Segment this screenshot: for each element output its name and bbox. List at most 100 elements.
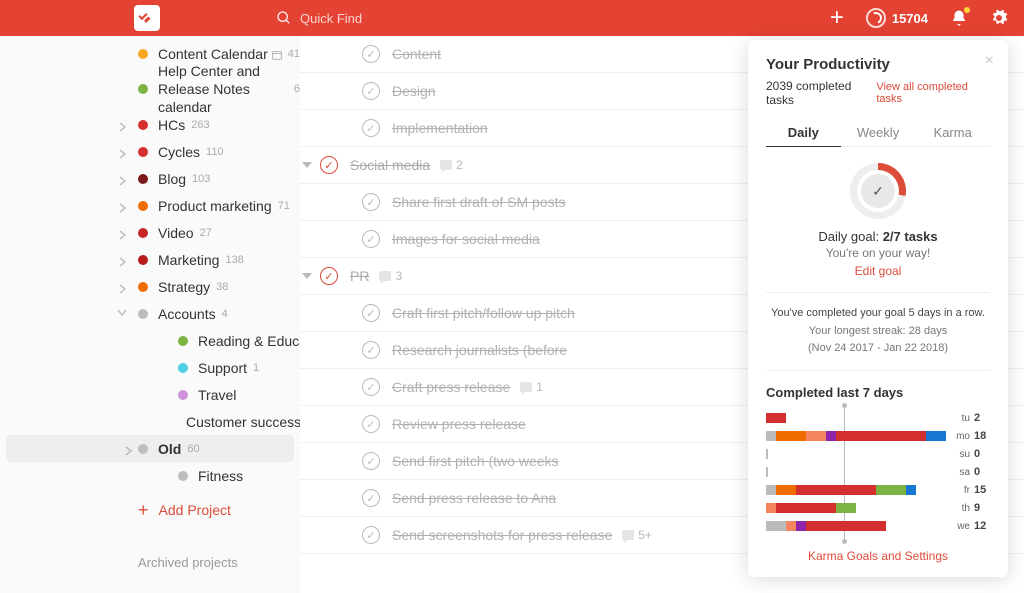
task-checkbox[interactable]: [362, 341, 380, 359]
chart-day-label: th: [952, 503, 970, 514]
chevron-icon[interactable]: [118, 227, 130, 239]
task-checkbox[interactable]: [320, 267, 338, 285]
task-title: PR: [350, 268, 369, 284]
collapse-toggle[interactable]: [302, 162, 312, 168]
task-title: Research journalists (before: [392, 342, 567, 358]
chevron-icon[interactable]: [118, 254, 130, 266]
task-checkbox[interactable]: [362, 415, 380, 433]
sidebar-item-travel[interactable]: Travel: [0, 381, 300, 408]
chevron-icon[interactable]: [118, 308, 130, 320]
chart-row: mo18: [766, 428, 990, 445]
sidebar-item-label: Travel: [198, 387, 236, 403]
task-checkbox[interactable]: [320, 156, 338, 174]
karma-settings-link[interactable]: Karma Goals and Settings: [766, 549, 990, 563]
task-title: Send first pitch (two weeks: [392, 453, 559, 469]
goal-progress-message: You're on your way!: [766, 246, 990, 260]
sidebar-item-video[interactable]: Video27: [0, 219, 300, 246]
comment-count[interactable]: 1: [520, 380, 543, 394]
search-icon: [276, 10, 292, 26]
comment-count[interactable]: 2: [440, 158, 463, 172]
task-checkbox[interactable]: [362, 489, 380, 507]
sidebar-item-label: Help Center and Release Notes calendar: [158, 62, 288, 117]
chart-segment: [766, 503, 776, 513]
tab-daily[interactable]: Daily: [766, 119, 841, 147]
collapse-toggle[interactable]: [302, 273, 312, 279]
chevron-icon[interactable]: [118, 173, 130, 185]
chart-segment: [766, 431, 776, 441]
comment-count[interactable]: 5+: [622, 528, 652, 542]
task-checkbox[interactable]: [362, 119, 380, 137]
popover-tabs: Daily Weekly Karma: [766, 119, 990, 147]
chart-row: we12: [766, 518, 990, 535]
chevron-icon[interactable]: [118, 119, 130, 131]
karma-count: 15704: [892, 11, 928, 26]
item-count: 41: [288, 48, 300, 60]
chart-segment: [806, 431, 826, 441]
sidebar-item-label: Strategy: [158, 279, 210, 295]
task-checkbox[interactable]: [362, 452, 380, 470]
task-checkbox[interactable]: [362, 82, 380, 100]
task-checkbox[interactable]: [362, 45, 380, 63]
chart-segment: [796, 485, 876, 495]
sidebar-item-marketing[interactable]: Marketing138: [0, 246, 300, 273]
chevron-icon[interactable]: [124, 443, 136, 455]
streak-info: You've completed your goal 5 days in a r…: [766, 292, 990, 371]
goal-progress-ring: ✓: [850, 163, 906, 219]
notifications-button[interactable]: [950, 9, 968, 27]
task-checkbox[interactable]: [362, 526, 380, 544]
sidebar-item-label: HCs: [158, 117, 185, 133]
chart-row: su0: [766, 446, 990, 463]
sidebar-item-strategy[interactable]: Strategy38: [0, 273, 300, 300]
sidebar-item-blog[interactable]: Blog 103: [0, 165, 300, 192]
chart-value: 15: [974, 484, 990, 496]
project-color-dot: [138, 201, 148, 211]
project-color-dot: [138, 174, 148, 184]
comment-count[interactable]: 3: [379, 269, 402, 283]
sidebar-item-label: Product marketing: [158, 198, 272, 214]
sidebar-item-label: Blog: [158, 171, 186, 187]
sidebar-item-old[interactable]: Old60: [6, 435, 294, 462]
task-title: Images for social media: [392, 231, 540, 247]
sidebar-item-accounts[interactable]: Accounts4: [0, 300, 300, 327]
task-checkbox[interactable]: [362, 378, 380, 396]
sidebar-item-cycles[interactable]: Cycles110: [0, 138, 300, 165]
sidebar-item-customer-success[interactable]: Customer success6: [0, 408, 300, 435]
view-all-completed-link[interactable]: View all completed tasks: [876, 81, 990, 105]
sidebar-item-fitness[interactable]: Fitness: [0, 462, 300, 489]
sidebar-item-label: Customer success: [186, 414, 300, 430]
chart-row: th9: [766, 500, 990, 517]
settings-button[interactable]: [990, 9, 1008, 27]
add-project-button[interactable]: +Add Project: [0, 495, 300, 525]
chevron-icon[interactable]: [118, 200, 130, 212]
project-color-dot: [138, 444, 148, 454]
sidebar-item-product-marketing[interactable]: Product marketing71: [0, 192, 300, 219]
task-checkbox[interactable]: [362, 304, 380, 322]
chevron-icon[interactable]: [118, 281, 130, 293]
quick-find[interactable]: Quick Find: [276, 10, 830, 26]
chart-day-label: tu: [952, 413, 970, 424]
chevron-icon[interactable]: [118, 146, 130, 158]
sidebar-item-hcs[interactable]: HCs263: [0, 111, 300, 138]
task-checkbox[interactable]: [362, 230, 380, 248]
sidebar-item-help-center-and-release-notes-calendar[interactable]: Help Center and Release Notes calendar6: [0, 67, 300, 111]
close-button[interactable]: ×: [985, 52, 994, 70]
sidebar-item-reading-education[interactable]: Reading & Education2: [0, 327, 300, 354]
chart-segment: [926, 431, 946, 441]
tab-karma[interactable]: Karma: [915, 119, 990, 146]
task-title: Share first draft of SM posts: [392, 194, 566, 210]
quick-add-button[interactable]: +: [830, 6, 844, 30]
task-checkbox[interactable]: [362, 193, 380, 211]
sidebar-item-label: Old: [158, 441, 181, 457]
task-title: Social media: [350, 157, 430, 173]
item-count: 103: [192, 173, 210, 185]
task-title: Implementation: [392, 120, 488, 136]
edit-goal-link[interactable]: Edit goal: [766, 264, 990, 278]
archived-projects-link[interactable]: Archived projects: [0, 555, 300, 570]
daily-goal-text: Daily goal: 2/7 tasks: [766, 229, 990, 244]
sidebar-item-support[interactable]: Support1: [0, 354, 300, 381]
tab-weekly[interactable]: Weekly: [841, 119, 916, 146]
app-logo[interactable]: [134, 5, 160, 31]
karma-button[interactable]: 15704: [866, 8, 928, 28]
top-bar: Quick Find + 15704: [0, 0, 1024, 36]
chart-segment: [786, 521, 796, 531]
